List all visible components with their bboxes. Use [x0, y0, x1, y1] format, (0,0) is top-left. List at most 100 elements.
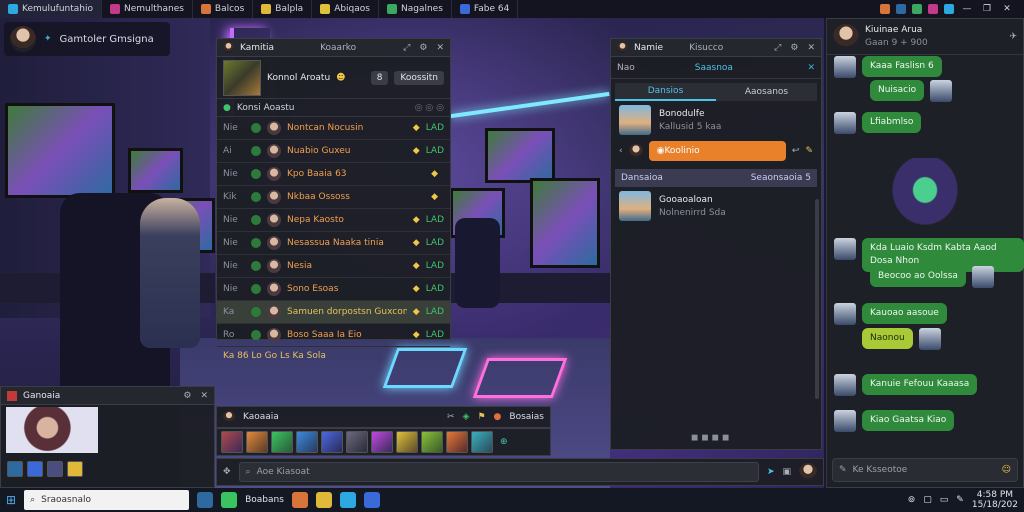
tray-icon[interactable] [928, 4, 938, 14]
taskbar-app-label[interactable]: Boabans [245, 495, 284, 505]
inventory-slot[interactable] [271, 431, 293, 453]
edit-icon[interactable]: ✎ [805, 146, 813, 156]
message-bubble[interactable]: Naonou [862, 328, 913, 349]
panel-footer-icons[interactable]: ◼ ◼ ◼ ◼ [691, 433, 729, 443]
expand-icon[interactable]: ⤢ [403, 43, 410, 53]
message-bubble[interactable]: Kanuie Fefouu Kaaasa [862, 374, 978, 395]
settings-icon[interactable]: ⚙ [419, 43, 427, 53]
notification-icon[interactable]: ✎ [956, 495, 964, 505]
inventory-slot[interactable] [471, 431, 493, 453]
lobby-row[interactable]: Ai Nuabio Guxeu ◆ LAD [217, 140, 450, 163]
inventory-slot[interactable] [421, 431, 443, 453]
inventory-slot[interactable] [446, 431, 468, 453]
tab-offline[interactable]: Aaosanos [716, 83, 817, 101]
screen-icon[interactable] [47, 461, 63, 477]
lobby-row[interactable]: Ka Samuen dorpostsn Guxcons ◆ LAD [217, 301, 450, 324]
close-icon[interactable]: ✕ [807, 43, 815, 53]
inventory-slot[interactable] [321, 431, 343, 453]
window-tab[interactable]: Balcos [193, 0, 254, 18]
tray-icon[interactable] [880, 4, 890, 14]
close-icon[interactable]: ✕ [807, 63, 815, 73]
close-icon[interactable]: ✕ [436, 43, 444, 53]
settings-icon[interactable]: ⚙ [790, 43, 798, 53]
lobby-row[interactable]: Ro Boso Saaa Ia Eio ◆ LAD [217, 324, 450, 347]
lobby-row[interactable]: Nie Nontcan Nocusin ◆ LAD [217, 117, 450, 140]
tray-icon[interactable] [944, 4, 954, 14]
maximize-button[interactable]: ❐ [980, 4, 994, 14]
emoji-icon[interactable]: ☺ [1002, 465, 1011, 475]
star-icon[interactable] [67, 461, 83, 477]
inventory-slot[interactable] [221, 431, 243, 453]
battery-icon[interactable]: ▭ [940, 495, 949, 505]
taskbar-app-icon[interactable] [363, 492, 380, 508]
message-bubble[interactable]: Kauoao aasoue [862, 303, 947, 324]
chevron-left-icon[interactable]: ‹ [619, 146, 623, 156]
streamer-badge[interactable]: ✦ Gamtoler Gmsigna [4, 22, 170, 56]
message-bubble[interactable]: Beocoo ao Oolssa [870, 266, 966, 287]
inventory-slot[interactable] [296, 431, 318, 453]
inventory-slot[interactable] [246, 431, 268, 453]
lobby-row[interactable]: Nie Sono Esoas ◆ LAD [217, 278, 450, 301]
camera-icon[interactable] [27, 461, 43, 477]
taskbar-app-icon[interactable] [315, 492, 332, 508]
taskbar-app-icon[interactable] [291, 492, 308, 508]
inventory-slot[interactable] [346, 431, 368, 453]
lobby-row[interactable]: Nie Nesassua Naaka tinia ◆ LAD [217, 232, 450, 255]
lobby-row[interactable]: Nie Nesia ◆ LAD [217, 255, 450, 278]
taskbar-search[interactable]: ⌕ Sraoasnalo [24, 490, 190, 510]
add-slot-icon[interactable]: ⊕ [500, 437, 508, 447]
filter-icons[interactable]: ◎ ◎ ◎ [415, 103, 444, 113]
section-left[interactable]: Dansaioa [621, 173, 663, 183]
more-icon[interactable]: ↩ [792, 146, 800, 156]
window-tab[interactable]: Abiqaos [312, 0, 379, 18]
expand-icon[interactable]: ⤢ [774, 43, 781, 53]
tab-online[interactable]: Dansios [615, 83, 716, 101]
gamepad-icon[interactable]: ✥ [223, 467, 231, 477]
message-bubble[interactable]: Lfiabmlso [862, 112, 922, 133]
taskbar-app-icon[interactable] [339, 492, 356, 508]
send-icon[interactable]: ➤ [767, 467, 775, 477]
taskbar-app-icon[interactable] [221, 492, 238, 508]
taskbar-app-icon[interactable] [197, 492, 214, 508]
volume-icon[interactable]: ▢ [923, 495, 932, 505]
lobby-row[interactable]: Nie Kpo Baaia 63 ◆ [217, 163, 450, 186]
tool-icon[interactable]: ● [494, 412, 502, 422]
tool-icon[interactable]: ⚑ [477, 412, 485, 422]
pin-icon[interactable]: ✈ [1009, 32, 1017, 42]
lobby-host[interactable]: Konnol Aroatu ☻ 8 Koossitn [217, 57, 450, 99]
window-tab[interactable]: Nemulthanes [102, 0, 193, 18]
message-bubble[interactable]: Kaaa Faslisn 6 [862, 56, 942, 77]
window-tab[interactable]: Fabe 64 [452, 0, 519, 18]
tray-icon[interactable] [896, 4, 906, 14]
friends-sub-center[interactable]: Saasnoa [695, 63, 733, 73]
message-bubble[interactable]: Kiao Gaatsa Kiao [862, 410, 955, 431]
scrollbar[interactable] [815, 199, 819, 399]
mic-icon[interactable] [7, 461, 23, 477]
window-tab[interactable]: Balpla [253, 0, 313, 18]
chat-input[interactable]: ✎ Ke Ksseotoe ☺ [832, 458, 1018, 482]
image-icon[interactable]: ▣ [782, 467, 791, 477]
friend-item[interactable]: Bonodulfe Kallusid 5 kaa [611, 101, 821, 139]
invite-button[interactable]: ◉ Koolinio [648, 141, 786, 161]
search-input[interactable]: ⌕ Aoe Kiasoat [238, 462, 759, 482]
lobby-row[interactable]: Nie Nepa Kaosto ◆ LAD [217, 209, 450, 232]
close-icon[interactable]: ✕ [200, 391, 208, 401]
attach-icon[interactable]: ✎ [839, 465, 847, 475]
minimize-button[interactable]: — [960, 4, 974, 14]
message-bubble[interactable]: Nuisacio [870, 80, 925, 101]
network-icon[interactable]: ⊚ [908, 495, 916, 505]
window-tab[interactable]: Nagalnes [379, 0, 452, 18]
host-chip[interactable]: Koossitn [394, 70, 444, 85]
lobby-row[interactable]: Kik Nkbaa Ossoss ◆ [217, 186, 450, 209]
tray-icon[interactable] [912, 4, 922, 14]
tool-icon[interactable]: ◈ [463, 412, 470, 422]
windows-start-icon[interactable]: ⊞ [6, 493, 16, 507]
window-tab[interactable]: Kemulufuntahio [0, 0, 102, 18]
avatar[interactable] [799, 463, 817, 481]
settings-icon[interactable]: ⚙ [183, 391, 191, 401]
inventory-slot[interactable] [396, 431, 418, 453]
friend-item[interactable]: Gooaoaloan Nolnenirrd Sda [611, 187, 821, 225]
inventory-slot[interactable] [371, 431, 393, 453]
close-button[interactable]: ✕ [1000, 4, 1014, 14]
tool-icon[interactable]: ✂ [447, 412, 455, 422]
